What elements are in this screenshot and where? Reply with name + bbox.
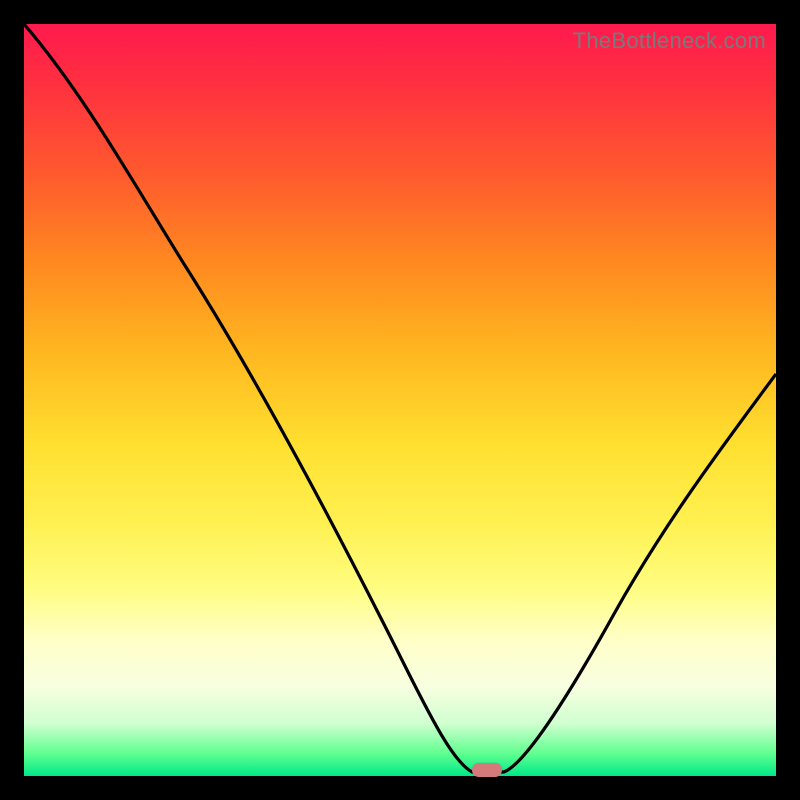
curve-path [24,24,776,772]
chart-stage: TheBottleneck.com [0,0,800,800]
chart-plot-area: TheBottleneck.com [24,24,776,776]
optimal-marker [472,763,502,777]
bottleneck-curve [24,24,776,776]
